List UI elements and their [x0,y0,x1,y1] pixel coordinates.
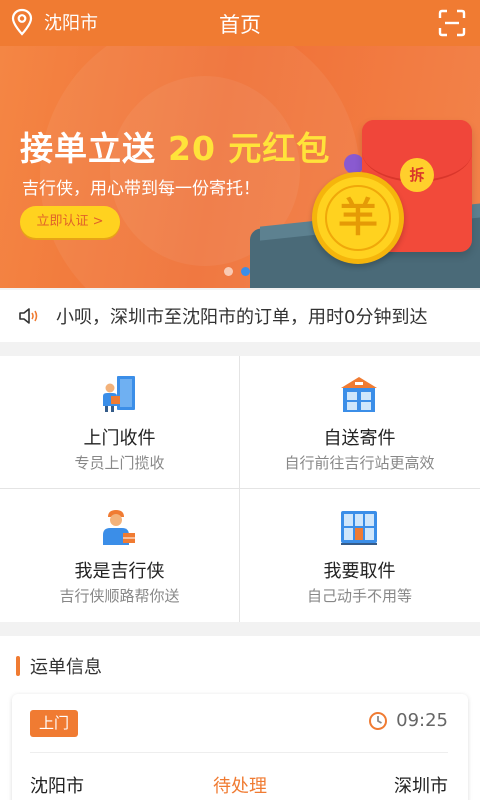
banner-subtitle: 吉行侠，用心带到每一份寄托！ [22,179,260,199]
banner-headline-highlight: 20 元红包 [168,129,331,168]
carousel-dot-1[interactable] [224,267,233,276]
banner-headline: 接单立送 20 元红包 [20,122,330,170]
envelope-seal: 拆 [400,158,434,192]
current-city: 沈阳市 [44,13,98,34]
promo-banner[interactable]: 接单立送 20 元红包 吉行侠，用心带到每一份寄托！ 立即认证 > 拆 羊 [0,46,480,288]
service-title: 我要取件 [323,561,396,582]
waybill-section: 运单信息 上门 09:25 沈阳市 待处理 深圳市 [0,636,480,800]
clock-icon [369,711,388,730]
carousel-dot-2[interactable] [241,267,250,276]
waybill-card[interactable]: 上门 09:25 沈阳市 待处理 深圳市 [12,694,468,800]
locker-icon [341,511,377,545]
top-bar: 沈阳市 首页 [0,0,480,46]
notice-text: 小呗，深圳市至沈阳市的订单，用时0分钟到达 [56,307,428,328]
service-title: 我是吉行侠 [74,561,165,582]
speaker-icon [19,308,38,324]
city-selector[interactable]: 沈阳市 [10,8,98,36]
grid-divider-horizontal [0,488,480,489]
service-pickup-at-door[interactable]: 上门收件 专员上门揽收 [0,356,239,488]
notice-bar[interactable]: 小呗，深圳市至沈阳市的订单，用时0分钟到达 [0,290,480,342]
coin-symbol: 羊 [325,185,391,251]
service-subtitle: 自己动手不用等 [306,587,412,605]
courier-door-icon [103,376,135,412]
card-divider [30,752,448,753]
service-subtitle: 吉行侠顺路帮你送 [59,587,180,605]
waybill-time: 09:25 [368,710,448,731]
service-grid: 上门收件 专员上门揽收 自送寄件 自行前往吉行站更高效 我是吉行侠 吉行侠顺路帮… [0,356,480,622]
courier-person-icon [103,510,135,545]
station-icon [341,377,377,412]
banner-headline-text: 接单立送 [20,129,156,168]
location-pin-icon [11,8,33,36]
waybill-destination: 深圳市 [394,776,448,797]
waybill-time-text: 09:25 [396,710,448,731]
service-become-courier[interactable]: 我是吉行侠 吉行侠顺路帮你送 [0,489,239,621]
verify-now-button[interactable]: 立即认证 > [20,206,120,238]
service-title: 自送寄件 [323,428,396,449]
grid-divider-vertical [239,356,240,622]
section-accent-bar [16,656,20,676]
service-pick-up-package[interactable]: 我要取件 自己动手不用等 [240,489,479,621]
scan-icon[interactable] [438,9,466,37]
banner-decoration [344,154,364,174]
section-title: 运单信息 [30,657,102,678]
carousel-indicator [224,267,250,276]
service-subtitle: 专员上门揽收 [74,454,165,472]
service-self-drop-off[interactable]: 自送寄件 自行前往吉行站更高效 [240,356,479,488]
coin-illustration: 羊 [312,172,404,264]
section-header: 运单信息 [16,653,102,679]
waybill-type-tag: 上门 [30,710,79,737]
service-subtitle: 自行前往吉行站更高效 [284,454,435,472]
service-title: 上门收件 [83,428,156,449]
